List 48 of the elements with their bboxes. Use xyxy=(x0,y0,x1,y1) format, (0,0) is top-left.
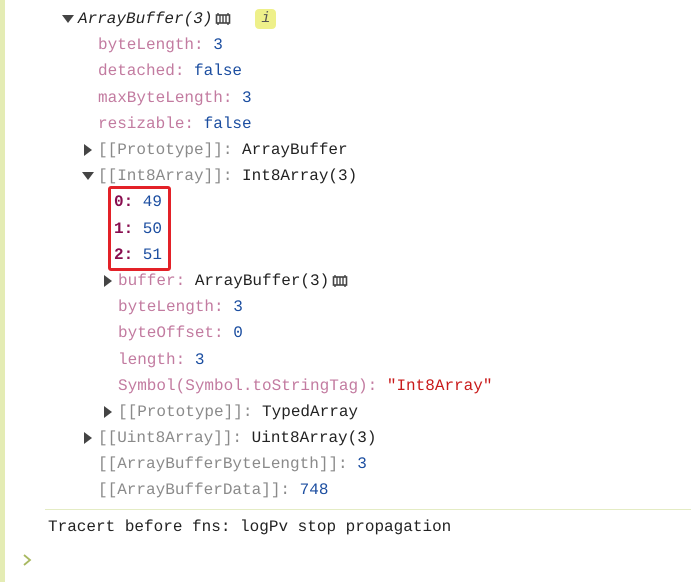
property-value: false xyxy=(194,62,242,80)
property-key: byteLength: xyxy=(98,36,204,54)
property-value: 3 xyxy=(357,455,367,474)
property-key: [[Int8Array]]: xyxy=(98,167,232,186)
property-key: [[Prototype]]: xyxy=(118,402,252,421)
property-key: resizable: xyxy=(98,114,194,133)
property-value: 49 xyxy=(142,193,162,212)
property-key: Symbol(Symbol.toStringTag): xyxy=(118,376,378,395)
property-value: ArrayBuffer xyxy=(242,141,348,160)
property-value: TypedArray xyxy=(262,402,358,421)
property-value: ArrayBuffer(3) xyxy=(78,10,212,28)
property-key: length: xyxy=(118,350,186,369)
property-key: 1: xyxy=(114,220,134,238)
property-value: Int8Array(3) xyxy=(242,167,358,186)
property-value: 3 xyxy=(242,88,252,107)
info-badge[interactable]: i xyxy=(255,9,276,30)
property-key: 2: xyxy=(114,246,134,264)
expand-arrow-icon[interactable] xyxy=(104,274,112,287)
property-value: 3 xyxy=(233,298,243,316)
property-value: 3 xyxy=(213,36,223,54)
property-key: [[ArrayBufferData]]: xyxy=(98,481,290,500)
property-key: byteLength: xyxy=(118,298,224,316)
property-key: 0: xyxy=(114,193,134,212)
property-value: ArrayBuffer(3) xyxy=(194,272,330,290)
property-key: [[Uint8Array]]: xyxy=(98,429,242,448)
expand-arrow-icon[interactable] xyxy=(82,172,94,180)
property-value: 748 xyxy=(300,481,328,500)
property-value: 50 xyxy=(142,220,162,238)
property-value: 0 xyxy=(233,324,243,342)
property-key: byteOffset: xyxy=(118,324,224,342)
prompt-chevron-icon xyxy=(22,552,32,567)
memory-icon[interactable] xyxy=(332,274,348,288)
property-value: "Int8Array" xyxy=(386,376,492,395)
property-key: detached: xyxy=(98,62,184,80)
property-key: maxByteLength: xyxy=(98,88,232,107)
property-value: 51 xyxy=(142,246,162,264)
expand-arrow-icon[interactable] xyxy=(84,432,92,444)
property-value: Uint8Array(3) xyxy=(252,429,376,448)
expand-arrow-icon[interactable] xyxy=(84,144,92,156)
console-message: Tracert before fns: logPv stop propagation xyxy=(48,518,452,536)
property-key: buffer: xyxy=(118,272,186,290)
expand-arrow-icon[interactable] xyxy=(62,15,74,24)
memory-icon[interactable] xyxy=(215,12,232,26)
property-key: [[Prototype]]: xyxy=(98,141,232,160)
property-value: false xyxy=(204,114,252,133)
property-value: 3 xyxy=(194,350,204,369)
expand-arrow-icon[interactable] xyxy=(104,406,112,418)
property-key: [[ArrayBufferByteLength]]: xyxy=(98,455,348,474)
